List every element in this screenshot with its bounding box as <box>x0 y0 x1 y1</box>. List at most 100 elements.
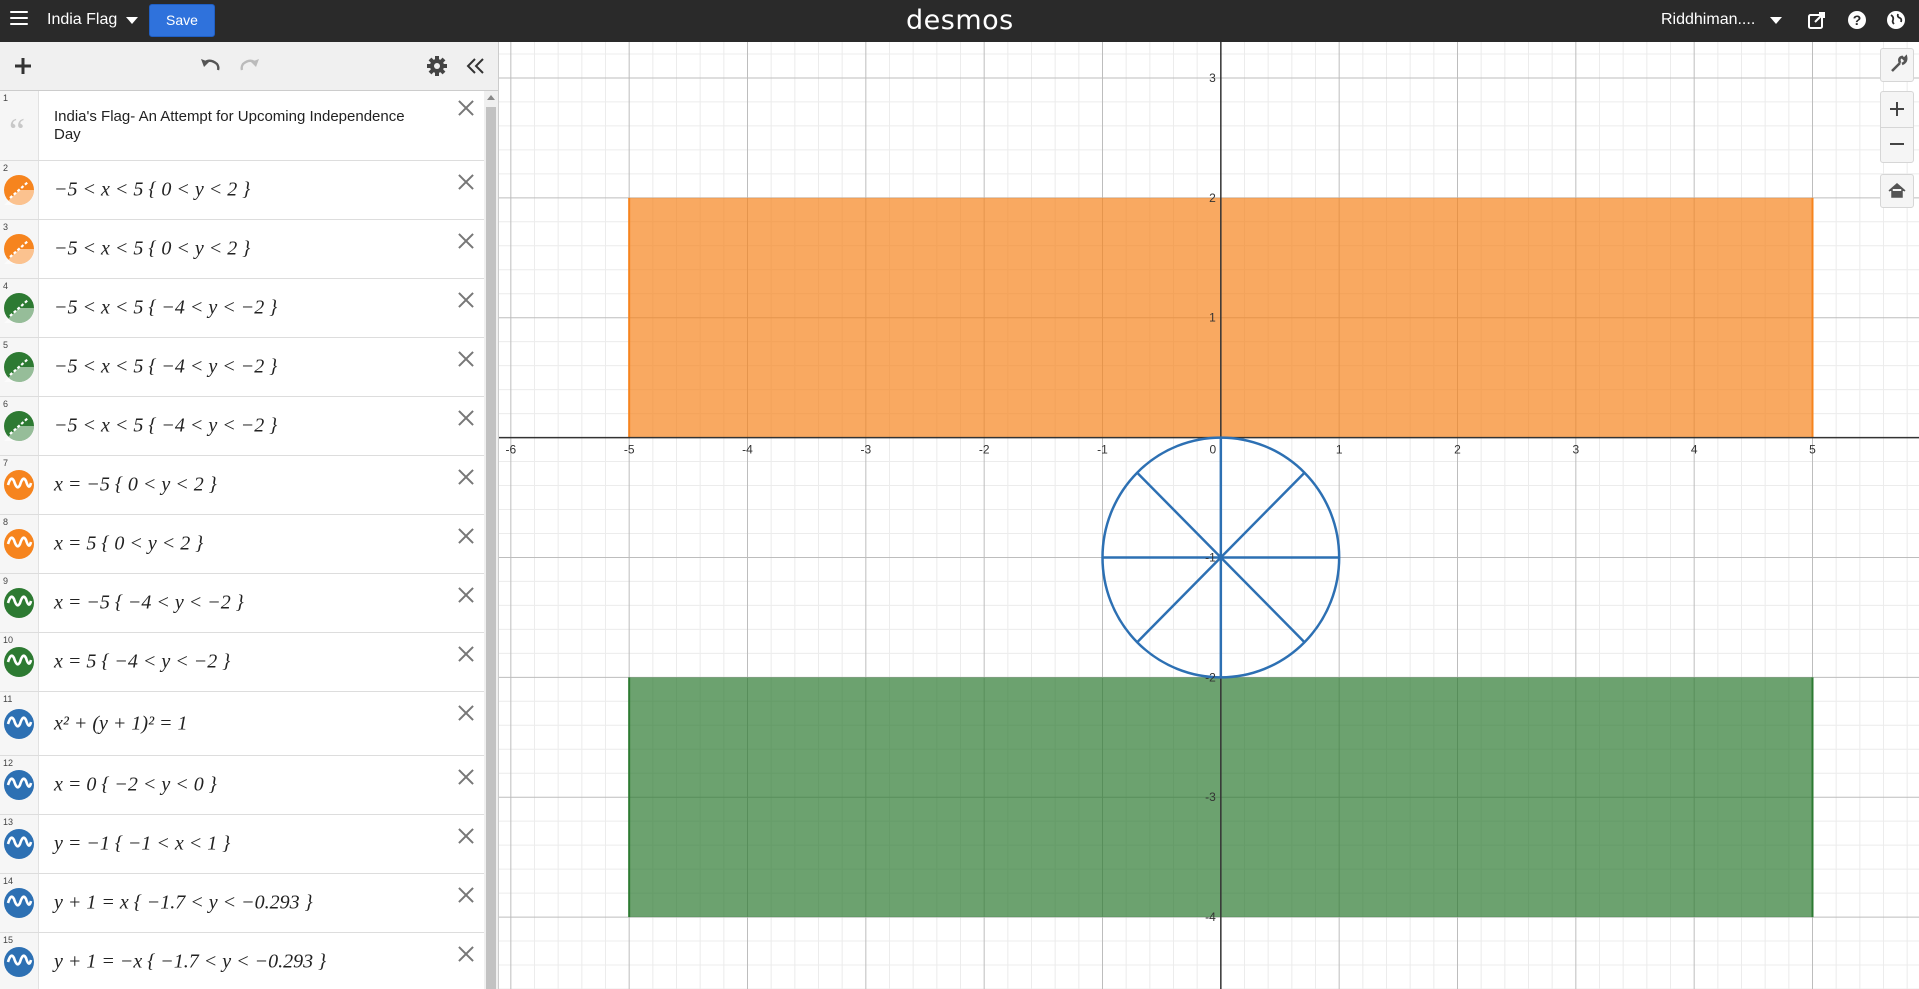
shaded-region-toggle-icon[interactable] <box>4 234 34 264</box>
graph-paper[interactable]: -6 -5 -4 -3 -2 -1 0 1 2 3 4 5 3 2 1 -1 -2 -3 -4 <box>499 42 1919 989</box>
expression-latex[interactable]: y + 1 = x { −1.7 < y < −0.293 } <box>54 892 313 915</box>
delete-expression-icon[interactable] <box>457 350 474 367</box>
menu-icon[interactable] <box>10 11 28 25</box>
curve-toggle-icon[interactable] <box>4 529 34 559</box>
expression-item[interactable]: 9 x = −5 { −4 < y < −2 } <box>0 574 484 633</box>
curve-toggle-icon[interactable] <box>4 708 34 739</box>
delete-expression-icon[interactable] <box>457 704 474 721</box>
expression-latex[interactable]: x = 0 { −2 < y < 0 } <box>54 774 217 797</box>
expression-number: 13 <box>3 817 14 827</box>
delete-expression-icon[interactable] <box>457 886 474 903</box>
home-icon <box>1888 183 1906 198</box>
expression-latex[interactable]: x = 5 { −4 < y < −2 } <box>54 651 230 674</box>
expression-gutter: 11 <box>0 692 39 755</box>
globe-icon[interactable] <box>1885 9 1907 31</box>
expression-toolbar <box>0 42 498 91</box>
expression-number: 8 <box>3 517 9 527</box>
delete-expression-icon[interactable] <box>457 173 474 190</box>
expression-latex[interactable]: y = −1 { −1 < x < 1 } <box>54 833 230 856</box>
expression-gutter: 14 <box>0 874 39 932</box>
default-viewport-button[interactable] <box>1880 174 1914 208</box>
delete-expression-icon[interactable] <box>457 645 474 662</box>
user-name[interactable]: Riddhiman.... <box>1661 11 1755 29</box>
expression-latex[interactable]: x = −5 { −4 < y < −2 } <box>54 592 244 615</box>
graph-canvas[interactable]: -6 -5 -4 -3 -2 -1 0 1 2 3 4 5 3 2 1 -1 -2 -3 -4 <box>499 42 1919 989</box>
title-dropdown-icon[interactable] <box>126 17 138 24</box>
delete-expression-icon[interactable] <box>457 468 474 485</box>
expression-number: 12 <box>3 758 14 768</box>
expression-latex[interactable]: y + 1 = −x { −1.7 < y < −0.293 } <box>54 951 326 974</box>
user-dropdown-icon[interactable] <box>1770 17 1782 24</box>
expression-gutter: 3 <box>0 220 39 278</box>
undo-icon[interactable] <box>198 54 222 78</box>
expression-latex[interactable]: −5 < x < 5 { 0 < y < 2 } <box>54 179 250 202</box>
expression-item[interactable]: 8 x = 5 { 0 < y < 2 } <box>0 515 484 574</box>
expression-item[interactable]: 10 x = 5 { −4 < y < −2 } <box>0 633 484 692</box>
curve-toggle-icon[interactable] <box>4 647 34 677</box>
expression-item[interactable]: 13 y = −1 { −1 < x < 1 } <box>0 815 484 874</box>
expression-item[interactable]: 4 −5 < x < 5 { −4 < y < −2 } <box>0 279 484 338</box>
expression-gutter: 2 <box>0 161 39 219</box>
expression-item[interactable]: 2 −5 < x < 5 { 0 < y < 2 } <box>0 161 484 220</box>
expression-number: 6 <box>3 399 9 409</box>
expression-number: 10 <box>3 635 14 645</box>
zoom-in-button[interactable] <box>1880 91 1914 127</box>
expression-item[interactable]: 12 x = 0 { −2 < y < 0 } <box>0 756 484 815</box>
redo-icon[interactable] <box>238 54 262 78</box>
save-button[interactable]: Save <box>149 4 215 37</box>
expression-item[interactable]: 7 x = −5 { 0 < y < 2 } <box>0 456 484 515</box>
x-tick-label: -4 <box>742 443 753 457</box>
collapse-panel-icon[interactable] <box>464 54 488 78</box>
expression-item[interactable]: 6 −5 < x < 5 { −4 < y < −2 } <box>0 397 484 456</box>
expression-item[interactable]: 11 x² + (y + 1)² = 1 <box>0 692 484 756</box>
curve-toggle-icon[interactable] <box>4 470 34 500</box>
expression-latex[interactable]: −5 < x < 5 { −4 < y < −2 } <box>54 356 277 379</box>
share-icon[interactable] <box>1806 9 1828 31</box>
expression-latex[interactable]: −5 < x < 5 { 0 < y < 2 } <box>54 238 250 261</box>
y-tick-label: 2 <box>1209 191 1216 205</box>
curve-toggle-icon[interactable] <box>4 829 34 859</box>
delete-expression-icon[interactable] <box>457 232 474 249</box>
expression-latex[interactable]: x = −5 { 0 < y < 2 } <box>54 474 217 497</box>
note-text[interactable]: India's Flag- An Attempt for Upcoming In… <box>54 108 434 144</box>
x-tick-label: -6 <box>505 443 516 457</box>
graph-title[interactable]: India Flag <box>47 11 117 29</box>
expression-scrollbar[interactable] <box>484 91 498 989</box>
expression-panel: 1 “ India's Flag- An Attempt for Upcoming … <box>0 42 499 989</box>
shaded-region-toggle-icon[interactable] <box>4 411 34 441</box>
note-item[interactable]: 1 “ India's Flag- An Attempt for Upcoming … <box>0 91 484 161</box>
curve-toggle-icon[interactable] <box>4 588 34 618</box>
zoom-out-button[interactable] <box>1880 127 1914 163</box>
settings-icon[interactable] <box>425 54 449 78</box>
scroll-up-arrow-icon[interactable] <box>487 95 495 100</box>
delete-expression-icon[interactable] <box>457 409 474 426</box>
delete-expression-icon[interactable] <box>457 99 474 116</box>
expression-item[interactable]: 5 −5 < x < 5 { −4 < y < −2 } <box>0 338 484 397</box>
expression-item[interactable]: 15 y + 1 = −x { −1.7 < y < −0.293 } <box>0 933 484 989</box>
add-icon[interactable] <box>11 54 35 78</box>
scroll-thumb[interactable] <box>486 107 496 989</box>
x-tick-label: -1 <box>1097 443 1108 457</box>
delete-expression-icon[interactable] <box>457 527 474 544</box>
shaded-region-toggle-icon[interactable] <box>4 175 34 205</box>
expression-latex[interactable]: −5 < x < 5 { −4 < y < −2 } <box>54 297 277 320</box>
shaded-region-toggle-icon[interactable] <box>4 352 34 382</box>
curve-toggle-icon[interactable] <box>4 947 34 977</box>
expression-latex[interactable]: −5 < x < 5 { −4 < y < −2 } <box>54 415 277 438</box>
shaded-region-toggle-icon[interactable] <box>4 293 34 323</box>
curve-toggle-icon[interactable] <box>4 888 34 918</box>
delete-expression-icon[interactable] <box>457 945 474 962</box>
help-icon[interactable]: ? <box>1846 9 1868 31</box>
delete-expression-icon[interactable] <box>457 768 474 785</box>
delete-expression-icon[interactable] <box>457 827 474 844</box>
y-tick-label: 1 <box>1209 311 1216 325</box>
graph-settings-button[interactable] <box>1880 48 1914 82</box>
expression-latex[interactable]: x = 5 { 0 < y < 2 } <box>54 533 203 556</box>
expression-latex[interactable]: x² + (y + 1)² = 1 <box>54 712 188 735</box>
curve-toggle-icon[interactable] <box>4 770 34 800</box>
expression-number: 4 <box>3 281 9 291</box>
expression-item[interactable]: 14 y + 1 = x { −1.7 < y < −0.293 } <box>0 874 484 933</box>
delete-expression-icon[interactable] <box>457 291 474 308</box>
delete-expression-icon[interactable] <box>457 586 474 603</box>
expression-item[interactable]: 3 −5 < x < 5 { 0 < y < 2 } <box>0 220 484 279</box>
